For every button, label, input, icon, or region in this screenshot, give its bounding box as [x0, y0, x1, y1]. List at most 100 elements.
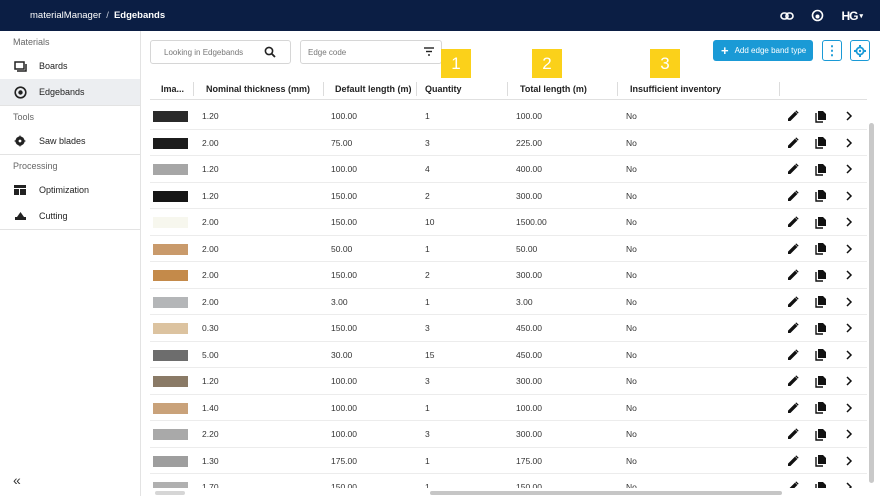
- cell-quantity: 3: [425, 376, 430, 386]
- edit-icon[interactable]: [786, 427, 800, 441]
- copy-icon[interactable]: [814, 348, 828, 362]
- table-row[interactable]: 2.20 100.00 3 300.00 No: [150, 421, 867, 448]
- copy-icon[interactable]: [814, 295, 828, 309]
- chevron-right-icon[interactable]: [842, 321, 856, 335]
- edit-icon[interactable]: [786, 401, 800, 415]
- column-divider[interactable]: [416, 82, 417, 96]
- brand-menu[interactable]: HG ▾: [841, 9, 862, 23]
- sidebar-item-edgebands[interactable]: Edgebands: [0, 79, 140, 105]
- copy-icon[interactable]: [814, 374, 828, 388]
- chevron-right-icon[interactable]: [842, 374, 856, 388]
- column-header-default-length[interactable]: Default length (m): [335, 78, 412, 100]
- sidebar-item-cutting[interactable]: Cutting: [0, 203, 140, 229]
- chevron-right-icon[interactable]: [842, 162, 856, 176]
- chevron-right-icon[interactable]: [842, 136, 856, 150]
- edit-icon[interactable]: [786, 454, 800, 468]
- cell-insufficient-inventory: No: [626, 349, 637, 360]
- table-row[interactable]: 1.20 150.00 2 300.00 No: [150, 183, 867, 209]
- vertical-scrollbar[interactable]: [869, 123, 874, 483]
- column-header-quantity[interactable]: Quantity: [425, 78, 462, 100]
- search-icon[interactable]: [264, 46, 276, 60]
- add-button-label: Add edge band type: [734, 46, 807, 55]
- table-row[interactable]: 2.00 75.00 3 225.00 No: [150, 130, 867, 156]
- copy-icon[interactable]: [814, 268, 828, 282]
- column-divider[interactable]: [323, 82, 324, 96]
- column-header-insufficient-inventory[interactable]: Insufficient inventory: [630, 78, 721, 100]
- cell-thickness: 1.20: [202, 190, 219, 201]
- edit-icon[interactable]: [786, 242, 800, 256]
- column-divider[interactable]: [193, 82, 194, 96]
- edit-icon[interactable]: [786, 215, 800, 229]
- table-row[interactable]: 2.00 150.00 10 1500.00 No: [150, 209, 867, 236]
- edit-icon[interactable]: [786, 374, 800, 388]
- column-header-image[interactable]: Ima...: [161, 78, 184, 100]
- sidebar-item-boards[interactable]: Boards: [0, 53, 140, 79]
- table-row[interactable]: 2.00 150.00 2 300.00 No: [150, 262, 867, 289]
- column-header-total-length[interactable]: Total length (m): [520, 78, 587, 100]
- settings-button[interactable]: [850, 40, 870, 61]
- column-divider[interactable]: [507, 82, 508, 96]
- copy-icon[interactable]: [814, 321, 828, 335]
- copy-icon[interactable]: [814, 189, 828, 203]
- more-options-button[interactable]: ⋮: [822, 40, 842, 61]
- table-row[interactable]: 1.70 150.00 1 150.00 No: [150, 474, 867, 488]
- chevron-right-icon[interactable]: [842, 268, 856, 282]
- copy-icon[interactable]: [814, 401, 828, 415]
- column-header-thickness[interactable]: Nominal thickness (mm): [206, 78, 310, 100]
- edit-icon[interactable]: [786, 136, 800, 150]
- table-row[interactable]: 2.00 3.00 1 3.00 No: [150, 289, 867, 315]
- sidebar: Materials Boards Edgebands Tools Saw bla…: [0, 31, 141, 496]
- copy-icon[interactable]: [814, 215, 828, 229]
- table-row[interactable]: 1.20 100.00 1 100.00 No: [150, 103, 867, 130]
- copy-icon[interactable]: [814, 480, 828, 488]
- breadcrumb-app[interactable]: materialManager: [30, 10, 101, 21]
- table-row[interactable]: 0.30 150.00 3 450.00 No: [150, 315, 867, 342]
- copy-icon[interactable]: [814, 454, 828, 468]
- copy-icon[interactable]: [814, 162, 828, 176]
- search-input[interactable]: Looking in Edgebands: [150, 40, 291, 64]
- table-row[interactable]: 1.20 100.00 4 400.00 No: [150, 156, 867, 183]
- chevron-right-icon[interactable]: [842, 295, 856, 309]
- column-divider[interactable]: [779, 82, 780, 96]
- chevron-right-icon[interactable]: [842, 454, 856, 468]
- copy-icon[interactable]: [814, 427, 828, 441]
- copy-icon[interactable]: [814, 136, 828, 150]
- sidebar-item-saw-blades[interactable]: Saw blades: [0, 128, 140, 154]
- cell-total-length: 3.00: [516, 296, 533, 307]
- chevron-right-icon[interactable]: [842, 242, 856, 256]
- marker-1: 1: [441, 49, 471, 78]
- horizontal-scrollbar[interactable]: [150, 489, 867, 496]
- table-row[interactable]: 5.00 30.00 15 450.00 No: [150, 342, 867, 368]
- add-edge-band-type-button[interactable]: + Add edge band type: [713, 40, 813, 61]
- chevron-right-icon[interactable]: [842, 401, 856, 415]
- edit-icon[interactable]: [786, 480, 800, 488]
- table-row[interactable]: 1.30 175.00 1 175.00 No: [150, 448, 867, 474]
- table-row[interactable]: 2.00 50.00 1 50.00 No: [150, 236, 867, 262]
- chevron-right-icon[interactable]: [842, 215, 856, 229]
- edit-icon[interactable]: [786, 109, 800, 123]
- edit-icon[interactable]: [786, 321, 800, 335]
- sidebar-item-optimization[interactable]: Optimization: [0, 177, 140, 203]
- chevron-right-icon[interactable]: [842, 427, 856, 441]
- copy-icon[interactable]: [814, 109, 828, 123]
- table-row[interactable]: 1.40 100.00 1 100.00 No: [150, 395, 867, 421]
- table-row[interactable]: 1.20 100.00 3 300.00 No: [150, 368, 867, 395]
- collapse-sidebar-button[interactable]: «: [13, 472, 21, 488]
- chevron-right-icon[interactable]: [842, 348, 856, 362]
- edit-icon[interactable]: [786, 268, 800, 282]
- edit-icon[interactable]: [786, 348, 800, 362]
- copy-icon[interactable]: [814, 242, 828, 256]
- chevron-right-icon[interactable]: [842, 480, 856, 488]
- scrollbar-thumb[interactable]: [430, 491, 782, 495]
- edge-code-filter[interactable]: Edge code: [300, 40, 442, 64]
- link-icon[interactable]: [780, 11, 795, 21]
- scrollbar-thumb-left[interactable]: [155, 491, 185, 495]
- support-icon[interactable]: [811, 9, 824, 22]
- chevron-right-icon[interactable]: [842, 109, 856, 123]
- edit-icon[interactable]: [786, 295, 800, 309]
- edit-icon[interactable]: [786, 189, 800, 203]
- edit-icon[interactable]: [786, 162, 800, 176]
- column-divider[interactable]: [617, 82, 618, 96]
- filter-icon[interactable]: [423, 46, 435, 59]
- chevron-right-icon[interactable]: [842, 189, 856, 203]
